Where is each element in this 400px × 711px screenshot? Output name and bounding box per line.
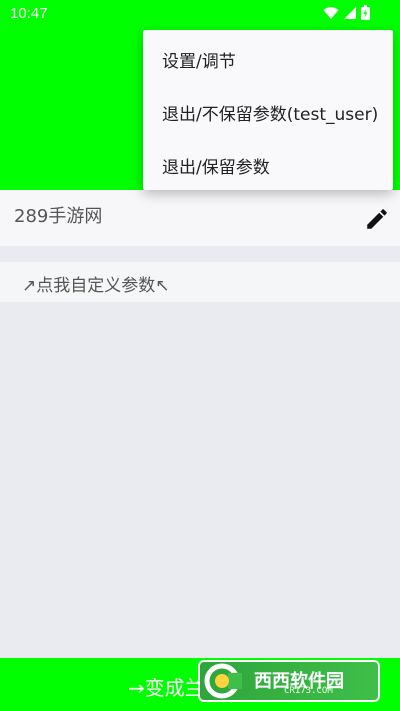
menu-item-label: 退出/保留参数 [162,157,270,178]
battery-icon [361,4,370,24]
menu-item-settings[interactable]: 设置/调节 [143,34,393,84]
app-screen: 10:47 289手游网 ↗点我自定义参数↖ →变成兰 西西软件园 CR173.… [0,0,400,711]
input-row[interactable]: 289手游网 [0,190,400,246]
menu-item-exit-discard[interactable]: 退出/不保留参数(test_user) [143,87,393,137]
watermark-url: CR173.COM [284,686,333,696]
wifi-icon [323,5,339,24]
overflow-menu: 设置/调节 退出/不保留参数(test_user) 退出/保留参数 [143,30,393,190]
edit-icon[interactable] [364,206,390,232]
menu-item-label: 设置/调节 [162,51,236,72]
status-time: 10:47 [10,5,48,22]
watermark-logo: 西西软件园 CR173.COM [198,660,380,702]
menu-item-exit-keep[interactable]: 退出/保留参数 [143,140,393,190]
watermark-c-icon [204,663,250,703]
custom-param-label[interactable]: ↗点我自定义参数↖ [22,271,170,296]
bottom-action-label[interactable]: →变成兰 [128,672,205,701]
input-value[interactable]: 289手游网 [14,202,102,228]
status-bar: 10:47 [0,0,400,28]
menu-item-label: 退出/不保留参数(test_user) [162,104,379,125]
custom-param-row[interactable]: ↗点我自定义参数↖ [0,262,400,302]
signal-icon [343,5,357,24]
status-icons [323,4,370,24]
